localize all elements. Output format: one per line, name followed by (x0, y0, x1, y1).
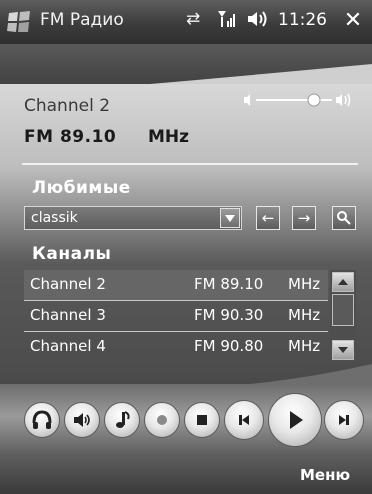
favorites-label: Любимые (32, 178, 131, 198)
stop-button[interactable] (184, 402, 220, 438)
record-button[interactable] (144, 402, 180, 438)
headphones-button[interactable] (24, 402, 60, 438)
previous-icon (239, 415, 249, 425)
station-frequency: FM 89.10 (24, 127, 117, 147)
record-icon (157, 415, 167, 425)
arrow-left-button[interactable]: ← (256, 206, 280, 230)
speaker-icon (74, 413, 90, 427)
list-item[interactable]: Channel 2 FM 89.10 MHz (24, 270, 328, 300)
next-button[interactable] (324, 400, 364, 440)
chevron-down-icon (338, 347, 348, 353)
search-icon (337, 211, 351, 225)
scroll-down-button[interactable] (332, 340, 354, 360)
softkey-bar: Меню (0, 456, 372, 494)
stop-icon (197, 415, 207, 425)
controls-wave (0, 364, 372, 386)
arrow-right-button[interactable]: → (292, 206, 316, 230)
arrow-left-icon: ← (261, 209, 275, 227)
previous-button[interactable] (224, 400, 264, 440)
speaker-button[interactable] (64, 402, 100, 438)
volume-slider[interactable] (238, 88, 358, 112)
search-button[interactable] (332, 206, 356, 230)
scroll-thumb[interactable] (332, 294, 354, 326)
title-bar: FM Радио ⇄ 11:26 ✕ (0, 0, 372, 44)
headphones-icon (32, 410, 52, 429)
volume-low-icon (244, 94, 250, 106)
clock: 11:26 (278, 10, 327, 30)
chevron-down-icon[interactable] (220, 208, 240, 228)
close-icon[interactable]: ✕ (340, 6, 366, 36)
favorites-selected: classik (31, 210, 78, 226)
arrow-right-icon: → (297, 209, 311, 227)
play-button[interactable] (268, 393, 322, 447)
volume-high-icon (336, 93, 351, 107)
frequency-unit: MHz (148, 127, 190, 147)
play-icon (290, 411, 303, 429)
favorites-dropdown[interactable]: classik (24, 206, 242, 230)
music-button[interactable] (104, 402, 140, 438)
scroll-up-button[interactable] (332, 272, 354, 292)
divider (22, 163, 358, 165)
list-item[interactable]: Channel 4 FM 90.80 MHz (24, 332, 328, 362)
speaker-icon[interactable] (246, 9, 270, 34)
windows-start-icon[interactable] (6, 9, 32, 35)
music-note-icon (116, 411, 130, 428)
next-icon (339, 415, 349, 425)
channel-list: Channel 2 FM 89.10 MHz Channel 3 FM 90.3… (24, 270, 360, 362)
app-title: FM Радио (40, 10, 124, 30)
scrollbar[interactable] (330, 270, 356, 362)
station-name: Channel 2 (24, 96, 111, 116)
menu-softkey[interactable]: Меню (300, 466, 350, 484)
chevron-up-icon (338, 279, 348, 285)
signal-icon[interactable] (216, 9, 238, 34)
header-wave (0, 64, 372, 86)
connectivity-icon[interactable]: ⇄ (186, 9, 200, 29)
channels-label: Каналы (32, 244, 112, 264)
list-item[interactable]: Channel 3 FM 90.30 MHz (24, 301, 328, 331)
